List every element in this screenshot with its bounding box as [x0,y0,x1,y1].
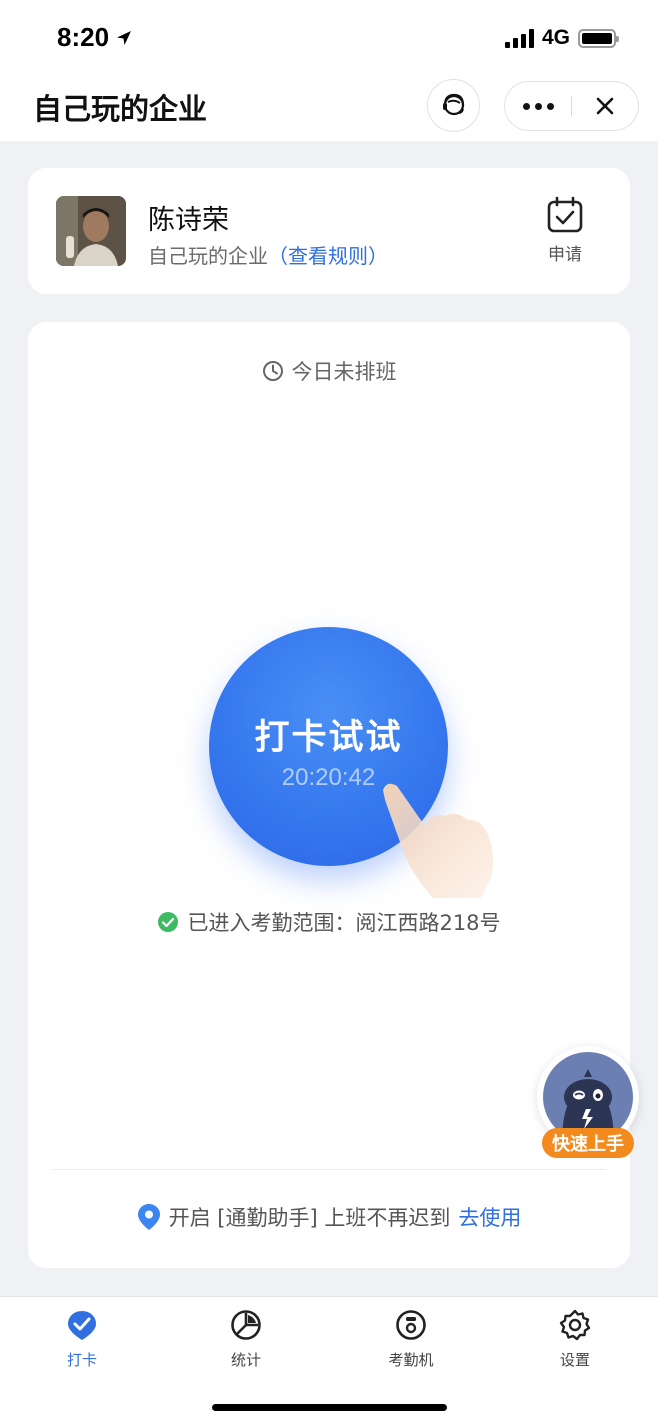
company-line: 自己玩的企业 （查看规则） [148,240,388,269]
attendance-machine-icon [396,1310,426,1340]
mini-program-capsule [504,81,639,131]
tab-label: 打卡 [66,1351,97,1369]
tab-attendance-machine[interactable]: 考勤机 [366,1309,456,1370]
attendance-range: 已进入考勤范围：阅江西路218号 [28,907,630,937]
profile-card: 陈诗荣 自己玩的企业 （查看规则） 申请 [28,168,630,294]
view-rules-link[interactable]: （查看规则） [268,240,388,269]
nav-header: 自己玩的企业 [0,74,658,141]
tab-label: 考勤机 [388,1351,434,1369]
pie-chart-icon [231,1310,261,1340]
tab-settings[interactable]: 设置 [530,1309,620,1370]
tab-statistics[interactable]: 统计 [201,1309,291,1370]
punch-check-icon [68,1311,96,1340]
location-arrow-icon [117,30,132,45]
battery-icon [578,28,619,48]
apply-label: 申请 [548,245,582,265]
location-pin-icon [137,1204,160,1230]
clock-time: 8:20 [57,22,110,52]
hand-pointer-icon [383,783,494,898]
close-icon[interactable] [572,82,638,130]
tab-label: 设置 [559,1351,590,1369]
card-divider [52,1169,606,1170]
calendar-check-icon [547,196,583,233]
check-circle-icon [158,912,179,932]
signal-bars-icon [504,28,534,48]
apply-button[interactable]: 申请 [540,196,590,265]
more-dots-icon[interactable] [505,82,571,130]
network-type: 4G [541,26,570,49]
schedule-text: 今日未排班 [291,360,397,384]
punch-button-label: 打卡试试 [254,718,403,758]
go-use-link[interactable]: 去使用 [458,1202,521,1232]
status-bar: 8:20 4G [0,0,658,74]
range-text: 已进入考勤范围：阅江西路218号 [187,911,501,935]
punch-card: 今日未排班 打卡试试 20:20:42 已进入考勤范围：阅江西路218号 开启 … [28,322,630,1268]
customer-service-button[interactable] [427,79,480,132]
gear-icon [559,1309,591,1341]
home-indicator [212,1404,447,1411]
customer-service-icon [442,93,464,115]
tab-label: 统计 [230,1351,261,1369]
assist-text: 开启 [通勤助手] 上班不再迟到 [168,1206,451,1230]
company-name: 自己玩的企业 [148,244,268,268]
avatar [56,196,126,266]
commute-assistant-row: 开启 [通勤助手] 上班不再迟到 去使用 [28,1202,630,1232]
user-name: 陈诗荣 [148,205,229,236]
quick-start-badge[interactable]: 快速上手 [542,1128,634,1158]
status-indicators: 4G [504,26,619,50]
tab-punch[interactable]: 打卡 [37,1309,127,1370]
page-title: 自己玩的企业 [33,92,208,126]
schedule-status: 今日未排班 [28,356,630,386]
clock-icon [262,361,283,381]
status-time: 8:20 [57,22,133,53]
